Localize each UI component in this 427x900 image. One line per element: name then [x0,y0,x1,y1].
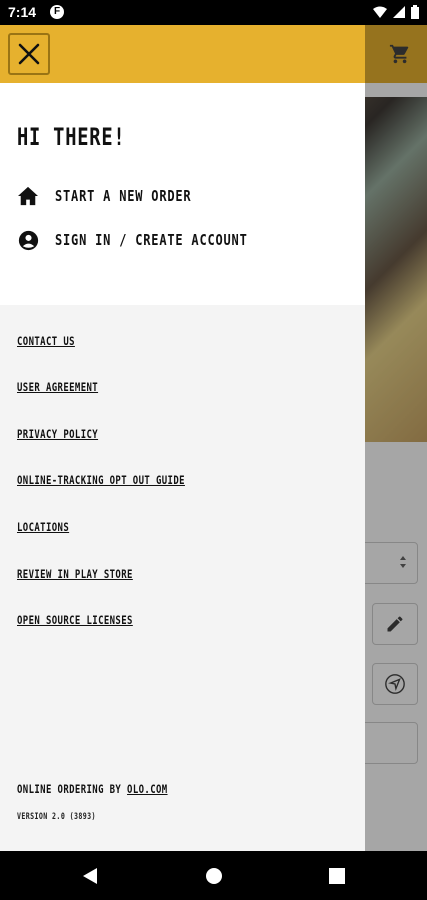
link-locations[interactable]: LOCATIONS [17,520,69,534]
drawer-header [0,25,365,83]
link-privacy-policy[interactable]: PRIVACY POLICY [17,427,98,441]
home-button[interactable] [203,865,225,887]
home-circle-icon [206,868,222,884]
status-bar: 7:14 F [0,0,427,25]
greeting-title: HI THERE! [17,123,126,151]
menu-item-label: START A NEW ORDER [55,187,192,205]
link-open-source-licenses[interactable]: OPEN SOURCE LICENSES [17,613,133,627]
system-nav-bar [0,851,427,900]
notification-icon: F [50,5,64,19]
drawer-account-section: HI THERE! START A NEW ORDER SIGN IN / CR… [0,83,365,305]
menu-item-sign-in[interactable]: SIGN IN / CREATE ACCOUNT [17,229,296,251]
link-tracking-opt-out[interactable]: ONLINE-TRACKING OPT OUT GUIDE [17,473,185,487]
back-icon [83,868,97,884]
menu-item-start-order[interactable]: START A NEW ORDER [17,185,226,207]
link-olo[interactable]: OLO.COM [127,782,168,796]
status-time: 7:14 [8,4,37,20]
menu-item-label: SIGN IN / CREATE ACCOUNT [55,231,248,249]
footer-prefix: ONLINE ORDERING BY [17,782,128,796]
back-button[interactable] [79,865,101,887]
close-icon [18,43,40,65]
recents-icon [329,868,345,884]
footer-credit: ONLINE ORDERING BY OLO.COM [17,782,168,796]
recents-button[interactable] [326,865,348,887]
home-icon [17,185,39,207]
navigation-drawer: HI THERE! START A NEW ORDER SIGN IN / CR… [0,25,365,851]
close-button[interactable] [8,33,50,75]
link-review-play-store[interactable]: REVIEW IN PLAY STORE [17,567,133,581]
account-circle-icon [17,229,39,251]
cell-signal-icon [393,6,405,18]
link-contact-us[interactable]: CONTACT US [17,334,75,348]
link-user-agreement[interactable]: USER AGREEMENT [17,380,98,394]
system-icons [373,5,419,19]
app-version: VERSION 2.0 (3893) [17,812,96,822]
wifi-icon [373,6,387,18]
battery-icon [411,5,419,19]
